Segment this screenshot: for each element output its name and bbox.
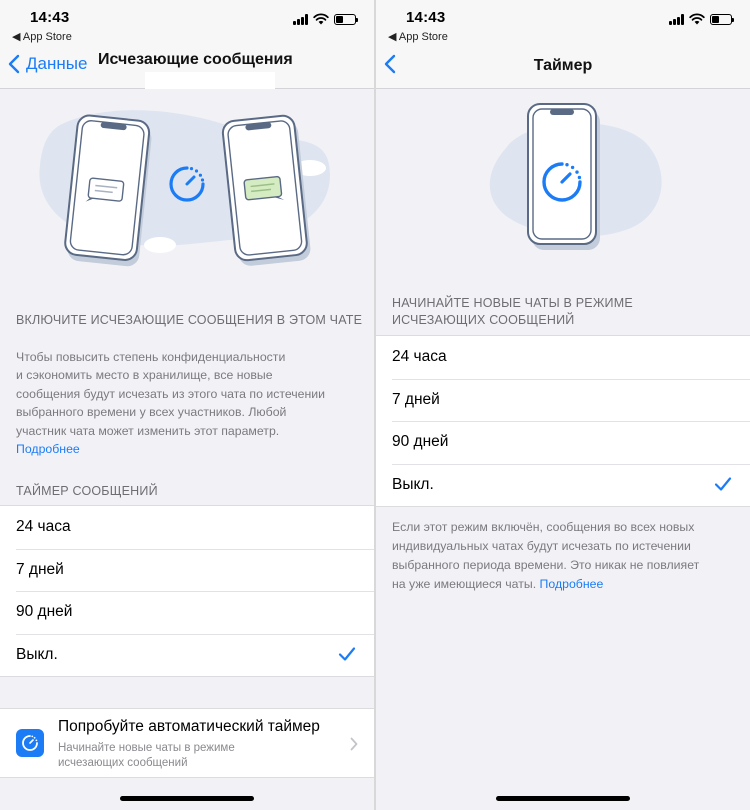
timer-section-header: ТАЙМЕР СООБЩЕНИЙ bbox=[16, 484, 158, 498]
status-bar: 14:43 ◀ App Store bbox=[376, 0, 750, 44]
system-icons bbox=[293, 13, 358, 25]
learn-more-link[interactable]: Подробнее bbox=[540, 577, 604, 591]
option-label: 90 дней bbox=[392, 433, 449, 451]
description-line: сообщения будут исчезать из этого чата п… bbox=[16, 386, 326, 401]
footer-line: на уже имеющиеся чаты. bbox=[392, 577, 537, 591]
description-line: выбранного времени у всех участников. Лю… bbox=[16, 405, 287, 420]
screen-timer: 14:43 ◀ App Store Таймер НАЧИНАЙТЕ НОВЫЕ… bbox=[376, 0, 750, 810]
timer-icon bbox=[16, 729, 44, 757]
learn-more-link[interactable]: Подробнее bbox=[16, 440, 356, 458]
navigation-bar: Данные Исчезающие сообщения bbox=[0, 44, 374, 89]
home-indicator bbox=[120, 796, 254, 801]
new-chats-section-header: НАЧИНАЙТЕ НОВЫЕ ЧАТЫ В РЕЖИМЕ ИСЧЕЗАЮЩИХ… bbox=[392, 295, 633, 329]
description-line: участник чата может изменить этот параме… bbox=[16, 423, 280, 438]
option-label: 7 дней bbox=[392, 390, 440, 408]
back-button-label: Данные bbox=[26, 54, 88, 73]
option-off[interactable]: Выкл. bbox=[376, 463, 750, 507]
cellular-signal-icon bbox=[669, 13, 684, 25]
system-icons bbox=[669, 13, 734, 25]
chevron-left-icon bbox=[8, 54, 20, 74]
promo-subtitle: Начинайте новые чаты в режиме исчезающих… bbox=[58, 741, 318, 771]
navigation-bar: Таймер bbox=[376, 44, 750, 89]
option-label: 90 дней bbox=[16, 603, 73, 621]
checkmark-icon bbox=[714, 476, 732, 491]
option-7-days[interactable]: 7 дней bbox=[0, 548, 374, 592]
title-cover-patch bbox=[145, 72, 275, 89]
back-to-app-store-link[interactable]: ◀ App Store bbox=[388, 30, 448, 43]
option-label: Выкл. bbox=[392, 475, 434, 493]
option-label: Выкл. bbox=[16, 645, 58, 663]
option-off[interactable]: Выкл. bbox=[0, 633, 374, 677]
promo-title: Попробуйте автоматический таймер bbox=[58, 718, 320, 735]
page-title: Таймер bbox=[533, 57, 593, 74]
option-label: 24 часа bbox=[392, 348, 447, 366]
section-header-line: НАЧИНАЙТЕ НОВЫЕ ЧАТЫ В РЕЖИМЕ bbox=[392, 296, 633, 310]
two-phones-illustration bbox=[39, 110, 331, 267]
back-button[interactable]: Данные bbox=[8, 54, 87, 74]
option-24-hours[interactable]: 24 часа bbox=[376, 336, 750, 379]
back-to-app-store-link[interactable]: ◀ App Store bbox=[12, 30, 72, 43]
option-90-days[interactable]: 90 дней bbox=[0, 591, 374, 634]
promo-subtitle-line: Начинайте новые чаты в режиме bbox=[58, 742, 235, 754]
footer-note: Если этот режим включён, сообщения во вс… bbox=[392, 518, 737, 594]
description-line: Чтобы повысить степень конфиденциальност… bbox=[16, 350, 286, 364]
promo-subtitle-line: исчезающих сообщений bbox=[58, 757, 188, 769]
timer-options-list: 24 часа 7 дней 90 дней Выкл. bbox=[376, 335, 750, 507]
status-bar: 14:43 ◀ App Store bbox=[0, 0, 374, 44]
auto-timer-promo-cell[interactable]: Попробуйте автоматический таймер Начинай… bbox=[0, 708, 374, 778]
cellular-signal-icon bbox=[293, 13, 308, 25]
option-24-hours[interactable]: 24 часа bbox=[0, 506, 374, 549]
wifi-icon bbox=[689, 13, 705, 25]
option-90-days[interactable]: 90 дней bbox=[376, 421, 750, 464]
option-label: 24 часа bbox=[16, 518, 71, 536]
description-line: и сэкономить место в хранилище, все новы… bbox=[16, 368, 273, 383]
chevron-right-icon bbox=[350, 737, 358, 751]
enable-section-header: ВКЛЮЧИТЕ ИСЧЕЗАЮЩИЕ СООБЩЕНИЯ В ЭТОМ ЧАТ… bbox=[16, 313, 363, 327]
option-label: 7 дней bbox=[16, 560, 64, 578]
home-indicator bbox=[496, 796, 630, 801]
checkmark-icon bbox=[338, 646, 356, 661]
wifi-icon bbox=[313, 13, 329, 25]
status-time: 14:43 bbox=[406, 9, 446, 26]
phone-timer-illustration bbox=[489, 103, 662, 250]
option-7-days[interactable]: 7 дней bbox=[376, 378, 750, 422]
description-text: Чтобы повысить степень конфиденциальност… bbox=[16, 348, 356, 458]
footer-line: выбранного периода времени. Это никак не… bbox=[392, 558, 700, 572]
battery-icon bbox=[334, 13, 358, 25]
screen-disappearing-messages: 14:43 ◀ App Store Данные Исчезающие сооб… bbox=[0, 0, 374, 810]
page-title: Исчезающие сообщения bbox=[98, 51, 293, 68]
timer-options-list: 24 часа 7 дней 90 дней Выкл. bbox=[0, 505, 374, 677]
section-header-line: ИСЧЕЗАЮЩИХ СООБЩЕНИЙ bbox=[392, 313, 575, 327]
footer-line: индивидуальных чатах будут исчезать по и… bbox=[392, 539, 691, 553]
status-time: 14:43 bbox=[30, 9, 70, 26]
battery-icon bbox=[710, 13, 734, 25]
footer-line: Если этот режим включён, сообщения во вс… bbox=[392, 520, 695, 534]
